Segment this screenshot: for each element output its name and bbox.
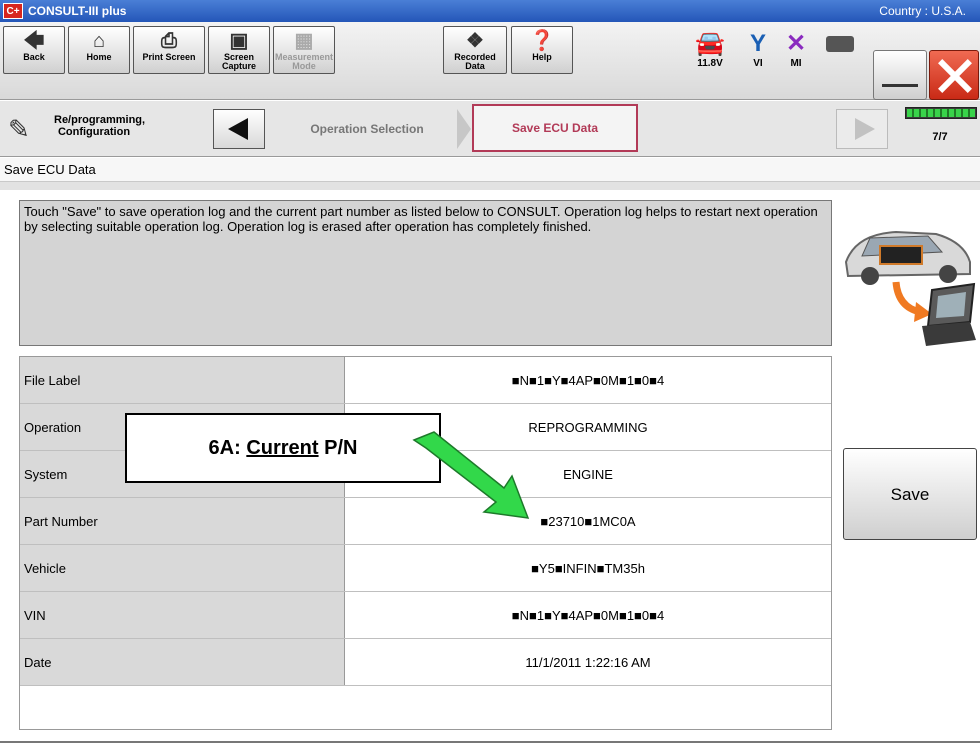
- mi-status: ✕ MI: [776, 30, 816, 69]
- back-arrow-icon: 🡄: [23, 30, 45, 52]
- car-to-laptop-illustration: [844, 230, 976, 346]
- table-row: Date 11/1/2011 1:22:16 AM: [20, 639, 831, 686]
- mi-x-icon: ✕: [785, 30, 807, 57]
- minimize-icon: [882, 84, 918, 87]
- printer-icon: ⎙: [161, 30, 177, 52]
- car-battery-icon: 🚘: [695, 30, 725, 57]
- row-label: File Label: [20, 357, 345, 403]
- country-label: Country : U.S.A.: [879, 4, 966, 18]
- progress-fill: [907, 109, 975, 117]
- toolbar: 🡄 Back ⌂ Home ⎙ Print Screen ▣ Screen Ca…: [0, 22, 980, 100]
- battery-indicator-icon: [826, 36, 854, 52]
- recorded-data-icon: ❖: [466, 30, 484, 52]
- progress-count: 7/7: [932, 131, 948, 143]
- table-row: File Label ■N■1■Y■4AP■0M■1■0■4: [20, 357, 831, 404]
- step-progress: 7/7: [903, 105, 977, 151]
- measurement-icon: ▦: [294, 30, 314, 52]
- print-screen-button[interactable]: ⎙ Print Screen: [133, 26, 205, 74]
- table-row: Vehicle ■Y5■INFIN■TM35h: [20, 545, 831, 592]
- divider: [0, 182, 980, 190]
- help-button[interactable]: ❓ Help: [511, 26, 573, 74]
- vi-antenna-icon: Υ: [749, 30, 766, 57]
- row-label: [20, 686, 345, 729]
- close-button[interactable]: [929, 50, 979, 100]
- breadcrumb-step-operation-selection[interactable]: Operation Selection: [272, 109, 462, 149]
- row-value: ■N■1■Y■4AP■0M■1■0■4: [345, 357, 831, 403]
- battery-voltage-status: 🚘 11.8V: [690, 30, 730, 69]
- annotation-suffix: P/N: [318, 437, 358, 459]
- annotation-arrow-icon: [412, 431, 530, 519]
- breadcrumb-chevron-icon: [457, 109, 471, 149]
- camera-icon: ▣: [229, 30, 249, 52]
- instruction-text: Touch "Save" to save operation log and t…: [19, 200, 832, 346]
- progress-meter: [905, 107, 977, 119]
- row-value: ■N■1■Y■4AP■0M■1■0■4: [345, 592, 831, 638]
- row-label: Part Number: [20, 498, 345, 544]
- measurement-mode-button[interactable]: ▦ Measurement Mode: [273, 26, 335, 74]
- annotation-callout: 6A: Current P/N: [125, 413, 441, 483]
- row-value: [345, 686, 831, 729]
- back-button[interactable]: 🡄 Back: [3, 26, 65, 74]
- page-title: Save ECU Data: [0, 158, 980, 182]
- recorded-data-button[interactable]: ❖ Recorded Data: [443, 26, 507, 74]
- row-value: 11/1/2011 1:22:16 AM: [345, 639, 831, 685]
- home-button[interactable]: ⌂ Home: [68, 26, 130, 74]
- home-icon: ⌂: [92, 30, 106, 52]
- help-icon: ❓: [529, 30, 555, 52]
- row-label: VIN: [20, 592, 345, 638]
- step-forward-button: [836, 109, 888, 149]
- table-row: VIN ■N■1■Y■4AP■0M■1■0■4: [20, 592, 831, 639]
- app-logo-icon: C+: [3, 3, 23, 19]
- breadcrumb-step-save-ecu-data: Save ECU Data: [472, 104, 638, 152]
- title-bar: C+ CONSULT-III plus Country : U.S.A.: [0, 0, 980, 22]
- row-value: ■Y5■INFIN■TM35h: [345, 545, 831, 591]
- breadcrumb: ✎ Re/programming, Configuration Operatio…: [0, 101, 980, 157]
- screen-capture-button[interactable]: ▣ Screen Capture: [208, 26, 270, 74]
- minimize-button[interactable]: [873, 50, 927, 100]
- table-row-empty: [20, 686, 831, 729]
- annotation-underlined: Current: [246, 437, 319, 459]
- annotation-prefix: 6A:: [208, 437, 247, 459]
- section-label: Re/programming, Configuration: [54, 114, 146, 138]
- reprogramming-icon: ✎: [8, 114, 30, 144]
- save-button[interactable]: Save: [843, 448, 977, 540]
- vi-status: Υ VI: [738, 30, 778, 69]
- row-label: Date: [20, 639, 345, 685]
- app-title: CONSULT-III plus: [28, 4, 127, 18]
- step-back-button[interactable]: [213, 109, 265, 149]
- row-label: Vehicle: [20, 545, 345, 591]
